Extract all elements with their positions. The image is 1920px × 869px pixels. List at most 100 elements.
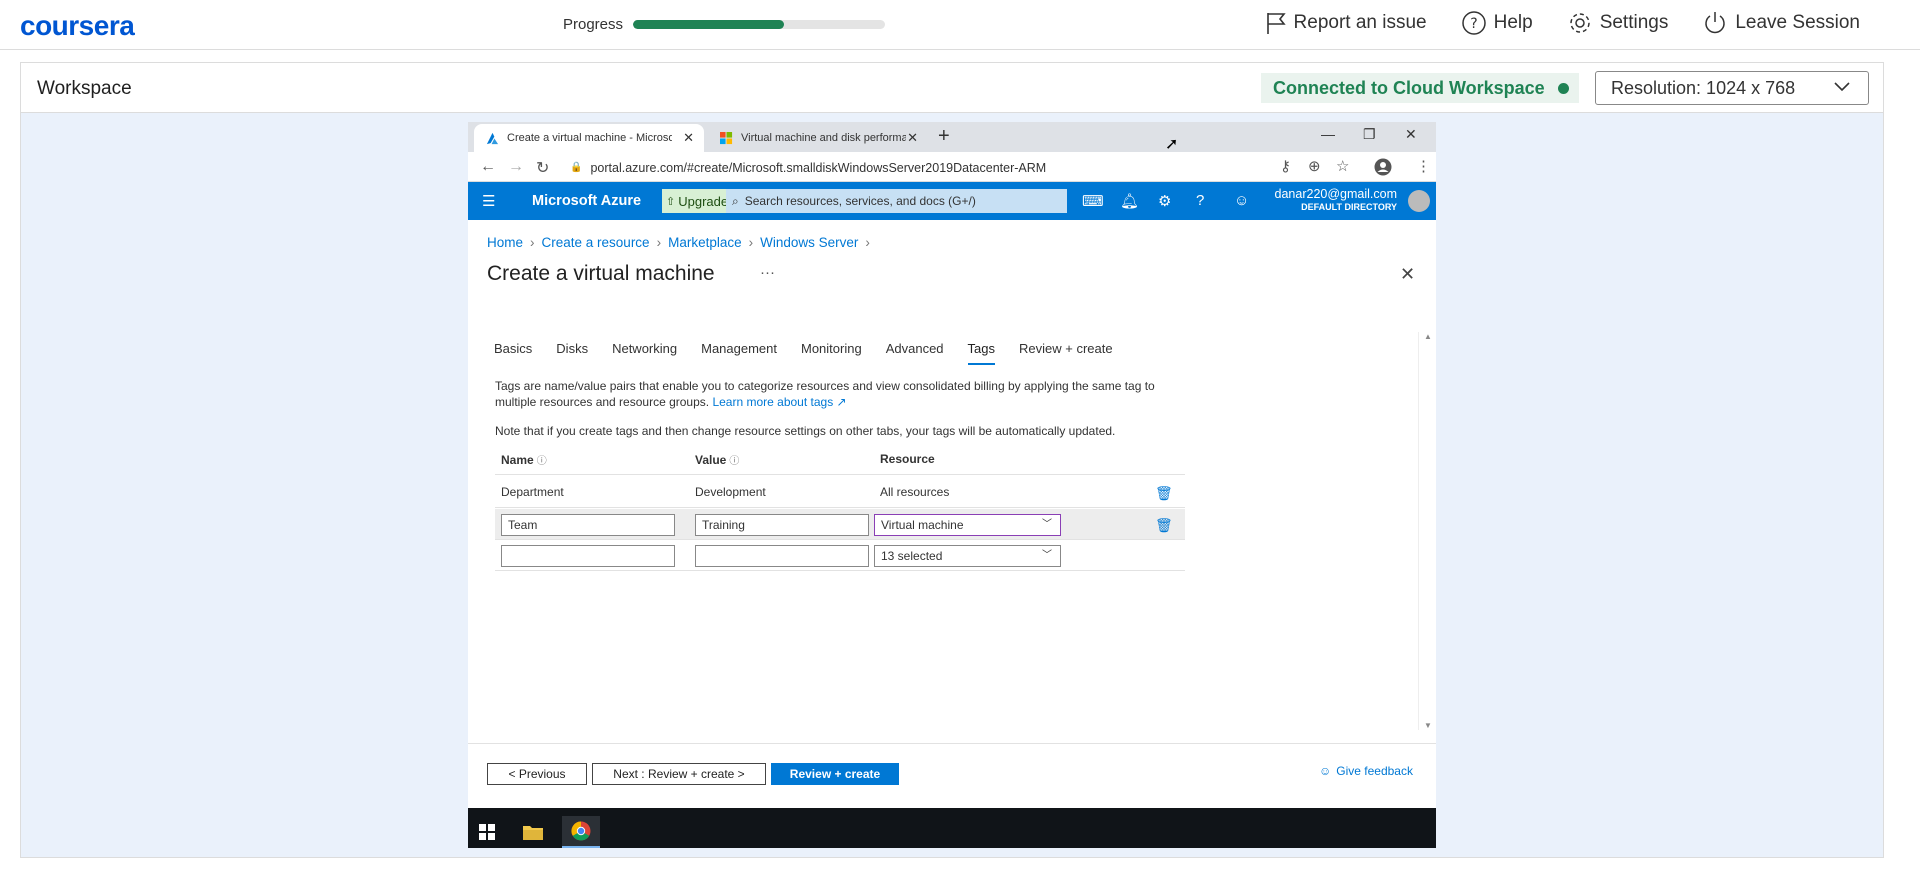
tag-name-input[interactable] <box>501 545 675 567</box>
search-icon: ⌕ <box>732 193 739 208</box>
learn-more-link[interactable]: Learn more about tags ↗ <box>712 395 846 409</box>
description-line-2: multiple resources and resource groups. <box>495 395 710 409</box>
tab-advanced[interactable]: Advanced <box>886 341 944 365</box>
give-feedback-link[interactable]: ☺ Give feedback <box>1319 764 1413 778</box>
search-placeholder: Search resources, services, and docs (G+… <box>744 194 976 208</box>
info-icon[interactable]: ⓘ <box>729 456 739 467</box>
minimize-icon[interactable]: — <box>1321 126 1335 142</box>
previous-button[interactable]: < Previous <box>487 763 587 785</box>
breadcrumb-windows-server[interactable]: Windows Server <box>760 235 858 250</box>
restore-icon[interactable]: ❐ <box>1363 126 1376 143</box>
info-icon[interactable]: ⓘ <box>537 456 547 467</box>
browser-tab-strip: Create a virtual machine - Microsoft Azu… <box>468 122 1436 152</box>
reload-icon[interactable]: ↻ <box>536 158 549 178</box>
kebab-menu-icon[interactable]: ⋮ <box>1416 157 1431 175</box>
report-issue-button[interactable]: Report an issue <box>1265 11 1427 35</box>
upgrade-button[interactable]: ⇧ Upgrade <box>662 189 728 213</box>
settings-label: Settings <box>1599 12 1669 33</box>
zoom-icon[interactable]: ⊕ <box>1308 157 1321 175</box>
resolution-label: Resolution: 1024 x 768 <box>1611 77 1796 98</box>
chevron-down-icon <box>1834 82 1850 92</box>
help-button[interactable]: ? Help <box>1461 10 1533 36</box>
tab-tags[interactable]: Tags <box>967 341 995 365</box>
tag-value-input[interactable] <box>695 545 869 567</box>
tab-basics[interactable]: Basics <box>494 341 532 365</box>
gear-icon <box>1569 13 1590 33</box>
scroll-up-icon[interactable]: ▲ <box>1424 332 1432 341</box>
scrollbar[interactable]: ▲ ▼ <box>1418 332 1436 730</box>
leave-session-label: Leave Session <box>1735 12 1860 33</box>
breadcrumb: Home › Create a resource › Marketplace › Wi… <box>487 235 877 250</box>
divider <box>495 474 1185 475</box>
leave-session-button[interactable]: Leave Session <box>1702 10 1860 36</box>
review-create-button[interactable]: Review + create <box>771 763 899 785</box>
table-row: : 13 selected ﹀ <box>495 540 1185 570</box>
close-icon[interactable]: ✕ <box>907 130 918 146</box>
forward-icon[interactable]: → <box>508 158 524 176</box>
tab-networking[interactable]: Networking <box>612 341 677 365</box>
report-issue-label: Report an issue <box>1293 12 1427 33</box>
user-email: danar220@gmail.com <box>1274 187 1397 201</box>
new-tab-icon[interactable]: + <box>938 125 950 148</box>
settings-button[interactable]: Settings <box>1567 10 1669 36</box>
table-row: Team : Training Virtual machine ﹀ 🗑︎ <box>495 509 1185 539</box>
back-icon[interactable]: ← <box>480 158 496 176</box>
azure-brand[interactable]: Microsoft Azure <box>532 193 641 209</box>
upgrade-icon: ⇧ <box>666 195 676 208</box>
tag-name-cell: Department <box>501 485 564 499</box>
tab-disks[interactable]: Disks <box>556 341 588 365</box>
key-icon[interactable]: ⚷ <box>1280 157 1291 175</box>
column-header-resource: Resource <box>880 452 935 466</box>
resolution-select[interactable]: Resolution: 1024 x 768 <box>1595 71 1869 105</box>
next-button[interactable]: Next : Review + create > <box>592 763 766 785</box>
chevron-right-icon: › <box>530 235 535 250</box>
external-link-icon: ↗ <box>836 395 847 409</box>
star-icon[interactable]: ☆ <box>1336 157 1349 175</box>
tag-resource-selected: 13 selected <box>881 549 943 563</box>
tab-review-create[interactable]: Review + create <box>1019 341 1113 365</box>
hamburger-menu-icon[interactable]: ☰ <box>482 192 495 210</box>
tag-resource-select[interactable]: Virtual machine ﹀ <box>874 514 1061 536</box>
delete-icon[interactable]: 🗑︎ <box>1155 517 1173 534</box>
bell-icon[interactable]: 🔔︎ <box>1120 192 1139 210</box>
profile-icon[interactable] <box>1374 158 1392 176</box>
tag-name-input[interactable]: Team <box>501 514 675 536</box>
windows-start-icon[interactable] <box>468 816 506 848</box>
tab-monitoring[interactable]: Monitoring <box>801 341 862 365</box>
remote-desktop-screen[interactable]: Create a virtual machine - Microsoft Azu… <box>468 122 1436 848</box>
close-icon[interactable]: ✕ <box>1400 264 1415 285</box>
azure-search-input[interactable]: ⌕ Search resources, services, and docs (… <box>726 189 1067 213</box>
browser-toolbar: ← → ↻ 🔒 portal.azure.com/#create/Microso… <box>468 152 1436 182</box>
cloud-shell-icon[interactable]: ⌨ <box>1082 192 1104 210</box>
file-explorer-icon[interactable] <box>514 816 552 848</box>
user-directory: DEFAULT DIRECTORY <box>1301 202 1397 212</box>
tag-value-input[interactable]: Training <box>695 514 869 536</box>
delete-icon[interactable]: 🗑︎ <box>1155 485 1173 502</box>
avatar[interactable] <box>1408 190 1430 212</box>
help-icon[interactable]: ? <box>1196 192 1204 209</box>
chrome-icon[interactable] <box>562 816 600 848</box>
browser-tab-active[interactable]: Create a virtual machine - Microsoft Azu… <box>474 124 704 152</box>
address-bar[interactable]: 🔒 portal.azure.com/#create/Microsoft.sma… <box>570 157 1290 178</box>
connection-status-label: Connected to Cloud Workspace <box>1273 77 1545 98</box>
chevron-right-icon: › <box>748 235 754 250</box>
top-actions: Report an issue ? Help Settings Leave Se… <box>1231 10 1860 36</box>
browser-tab-inactive[interactable]: Virtual machine and disk performance ✕ <box>708 124 928 152</box>
tag-resource-select[interactable]: 13 selected ﹀ <box>874 545 1061 567</box>
gear-icon[interactable]: ⚙ <box>1158 192 1171 210</box>
connection-status: Connected to Cloud Workspace <box>1261 73 1579 103</box>
scroll-down-icon[interactable]: ▼ <box>1424 721 1432 730</box>
progress-track <box>633 20 886 29</box>
account-info[interactable]: danar220@gmail.com DEFAULT DIRECTORY <box>1267 187 1397 212</box>
breadcrumb-marketplace[interactable]: Marketplace <box>668 235 742 250</box>
breadcrumb-home[interactable]: Home <box>487 235 523 250</box>
close-icon[interactable]: ✕ <box>683 130 694 146</box>
tab-management[interactable]: Management <box>701 341 777 365</box>
feedback-icon[interactable]: ☺ <box>1234 192 1249 209</box>
coursera-logo[interactable]: coursera <box>20 10 135 42</box>
tags-note: Note that if you create tags and then ch… <box>495 424 1116 438</box>
window-close-icon[interactable]: ✕ <box>1405 126 1417 143</box>
more-options-icon[interactable]: ··· <box>760 264 775 281</box>
breadcrumb-create-resource[interactable]: Create a resource <box>542 235 650 250</box>
tag-resource-cell: All resources <box>880 485 950 499</box>
